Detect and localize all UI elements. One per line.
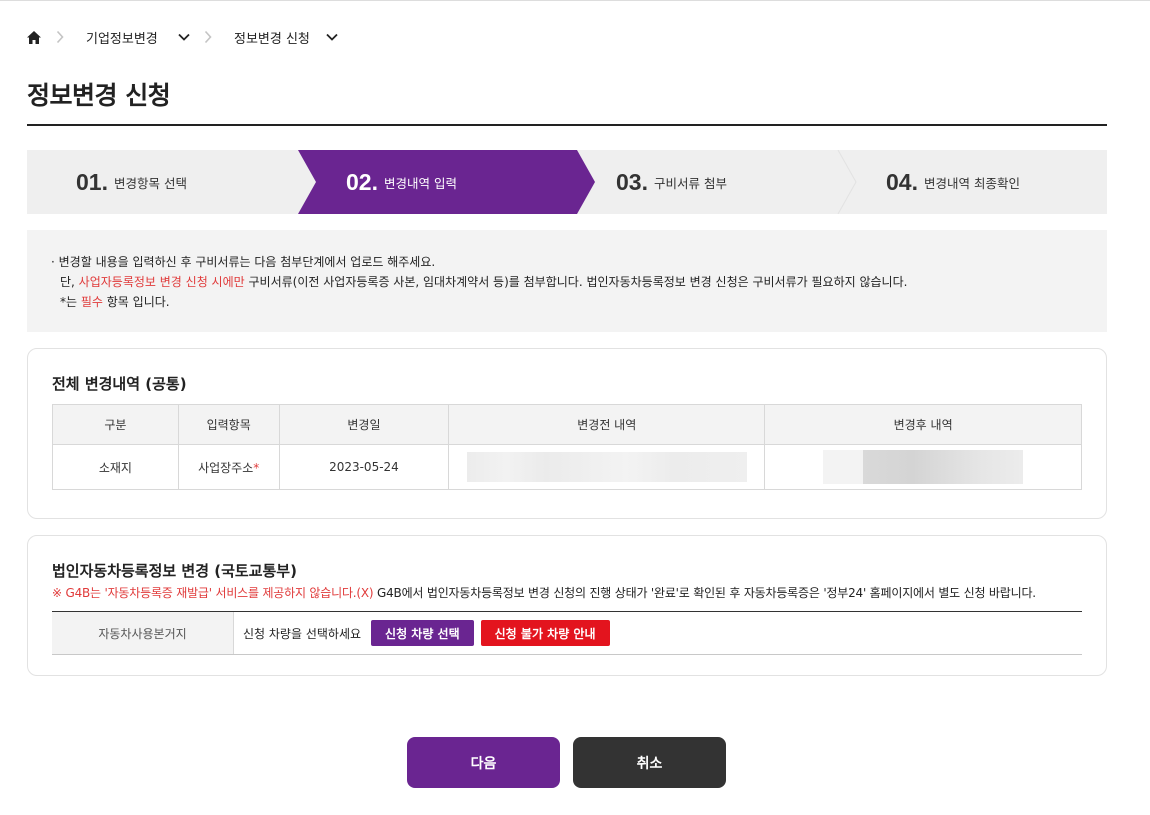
select-vehicle-button[interactable]: 신청 차량 선택 <box>371 620 474 646</box>
column-header: 입력항목 <box>177 404 280 445</box>
notice-line-2: 단, 사업자등록정보 변경 신청 시에만 구비서류(이전 사업자등록증 사본, … <box>51 272 1107 292</box>
notice-line-1: · 변경할 내용을 입력하신 후 구비서류는 다음 첨부단계에서 업로드 해주세… <box>51 255 436 269</box>
vehicle-row-header: 자동차사용본거지 <box>52 612 234 654</box>
step-3: 03. 구비서류 첨부 <box>616 150 727 214</box>
step-1: 01. 변경항목 선택 <box>76 150 187 214</box>
breadcrumb-item-company-info[interactable]: 기업정보변경 <box>78 28 190 47</box>
step-number: 04. <box>886 168 918 195</box>
chevron-right-icon <box>56 30 64 44</box>
chevron-right-icon <box>204 30 212 44</box>
vehicle-row: 자동차사용본거지 신청 차량을 선택하세요 신청 차량 선택 신청 불가 차량 … <box>52 611 1082 655</box>
required-mark: * <box>253 460 260 475</box>
vehicle-warning: ※ G4B는 '자동차등록증 재발급' 서비스를 제공하지 않습니다.(X) G… <box>52 584 1036 601</box>
section-title: 전체 변경내역 (공통) <box>52 375 187 393</box>
column-header: 변경후 내역 <box>764 404 1082 445</box>
warning-highlight: ※ G4B는 '자동차등록증 재발급' 서비스를 제공하지 않습니다.(X) <box>52 586 374 600</box>
step-indicator: 01. 변경항목 선택 02. 변경내역 입력 03. 구비서류 첨부 04. … <box>27 150 1107 214</box>
breadcrumb-label: 정보변경 신청 <box>234 31 310 47</box>
step-number: 03. <box>616 168 648 195</box>
column-header: 구분 <box>52 404 179 445</box>
chevron-down-icon[interactable] <box>326 33 338 41</box>
after-value-cell <box>764 444 1082 490</box>
notice-line-3: *는 필수 항목 입니다. <box>51 292 1107 312</box>
column-header: 변경전 내역 <box>448 404 766 445</box>
home-icon[interactable] <box>26 29 42 45</box>
section-title: 법인자동차등록정보 변경 (국토교통부) <box>52 562 297 580</box>
column-header: 변경일 <box>278 404 450 445</box>
page-title: 정보변경 신청 <box>27 81 171 110</box>
warning-text: G4B에서 법인자동차등록정보 변경 신청의 진행 상태가 '완료'로 확인된 … <box>373 586 1036 600</box>
before-value-cell <box>448 444 766 490</box>
cancel-button[interactable]: 취소 <box>573 737 726 788</box>
redacted-after-address <box>823 450 1024 484</box>
notice-highlight: 필수 <box>80 295 103 309</box>
table-row: 소재지 사업장주소* 2023-05-24 <box>52 444 1082 490</box>
step-label: 변경내역 입력 <box>383 175 457 191</box>
date-cell: 2023-05-24 <box>278 444 450 490</box>
chevron-down-icon[interactable] <box>178 33 190 41</box>
next-button[interactable]: 다음 <box>407 737 560 788</box>
notice-text: *는 <box>60 295 81 309</box>
category-cell: 소재지 <box>52 444 179 490</box>
top-border <box>0 0 1150 3</box>
step-label: 변경항목 선택 <box>113 175 187 191</box>
step-label: 변경내역 최종확인 <box>923 175 1020 191</box>
notice-text: 구비서류(이전 사업자등록증 사본, 임대차계약서 등)를 첨부합니다. 법인자… <box>244 275 908 289</box>
breadcrumb-label: 기업정보변경 <box>86 31 158 47</box>
vehicle-registration-panel: 법인자동차등록정보 변경 (국토교통부) ※ G4B는 '자동차등록증 재발급'… <box>27 535 1107 676</box>
notice-text: 항목 입니다. <box>102 295 170 309</box>
step-number: 02. <box>346 168 378 195</box>
notice-text: 단, <box>60 275 79 289</box>
common-changes-panel: 전체 변경내역 (공통) 구분 입력항목 변경일 변경전 내역 변경후 내역 소… <box>27 348 1107 519</box>
field-cell: 사업장주소* <box>177 444 280 490</box>
breadcrumb-item-change-request[interactable]: 정보변경 신청 <box>226 28 338 47</box>
vehicle-prompt: 신청 차량을 선택하세요 <box>243 626 362 641</box>
step-4: 04. 변경내역 최종확인 <box>886 150 1020 214</box>
redacted-before-address <box>466 452 747 482</box>
step-number: 01. <box>76 168 108 195</box>
notice-box: · 변경할 내용을 입력하신 후 구비서류는 다음 첨부단계에서 업로드 해주세… <box>27 230 1107 332</box>
step-2: 02. 변경내역 입력 <box>346 150 457 214</box>
title-divider <box>27 124 1107 126</box>
step-label: 구비서류 첨부 <box>653 175 727 191</box>
field-label: 사업장주소 <box>198 460 254 475</box>
changes-table: 구분 입력항목 변경일 변경전 내역 변경후 내역 소재지 사업장주소* 202… <box>52 404 1082 490</box>
table-header-row: 구분 입력항목 변경일 변경전 내역 변경후 내역 <box>52 404 1082 445</box>
notice-highlight: 사업자등록정보 변경 신청 시에만 <box>78 275 245 289</box>
ineligible-vehicle-info-button[interactable]: 신청 불가 차량 안내 <box>480 620 610 646</box>
breadcrumb: 기업정보변경 정보변경 신청 <box>26 26 338 48</box>
vehicle-row-content: 신청 차량을 선택하세요 신청 차량 선택 신청 불가 차량 안내 <box>234 612 1082 654</box>
